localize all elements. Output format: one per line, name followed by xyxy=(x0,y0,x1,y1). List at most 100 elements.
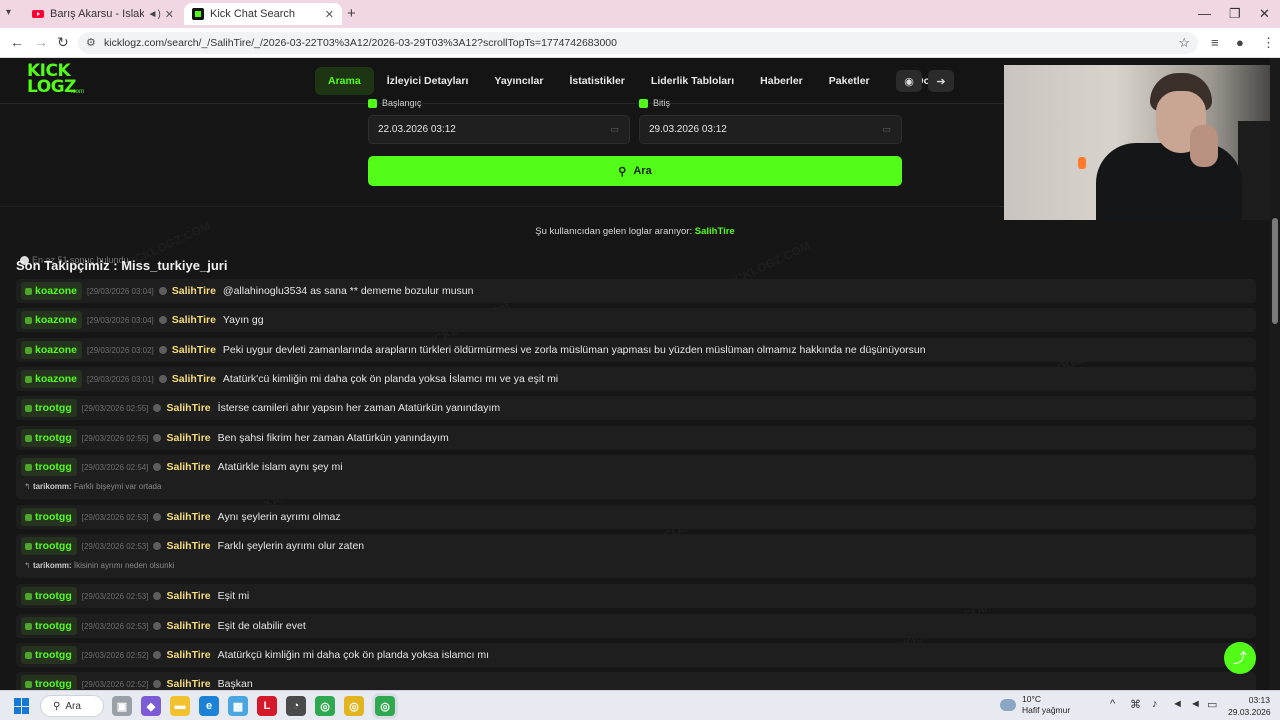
nav-liderlik-tablolari[interactable]: Liderlik Tabloları xyxy=(638,67,747,95)
network-icon[interactable]: ⌘ xyxy=(1130,698,1141,711)
forward-icon[interactable]: → xyxy=(34,34,48,50)
gauge-app-icon[interactable]: ◔ xyxy=(286,696,306,716)
tab-search-chevron-icon[interactable]: ▾ xyxy=(6,7,11,18)
speaker-icon[interactable]: ◄ xyxy=(1190,698,1201,710)
message-username[interactable]: SalihTire xyxy=(166,402,210,414)
chat-message[interactable]: trootgg [29/03/2026 02:55] SalihTire Ben şa… xyxy=(16,426,1256,450)
message-username[interactable]: SalihTire xyxy=(172,344,216,356)
nav-paketler[interactable]: Paketler xyxy=(816,67,883,95)
nav-yayincilar[interactable]: Yayıncılar xyxy=(481,67,556,95)
message-username[interactable]: SalihTire xyxy=(166,590,210,602)
volume-icon[interactable]: ◄ xyxy=(1172,698,1183,710)
nav-haberler[interactable]: Haberler xyxy=(747,67,816,95)
taskbar-clock[interactable]: 03:13 29.03.2026 xyxy=(1228,694,1271,718)
weather-widget[interactable]: 10°C Hafif yağmur xyxy=(1000,694,1070,716)
message-username[interactable]: SalihTire xyxy=(172,373,216,385)
page-scrollbar[interactable] xyxy=(1270,58,1280,690)
nav-istatistikler[interactable]: İstatistikler xyxy=(556,67,637,95)
channel-badge[interactable]: trootgg xyxy=(21,646,77,664)
channel-badge[interactable]: trootgg xyxy=(21,675,77,690)
bookmark-star-icon[interactable]: ☆ xyxy=(1178,35,1190,51)
minimize-icon[interactable]: — xyxy=(1198,6,1211,21)
channel-badge[interactable]: koazone xyxy=(21,282,83,300)
file-explorer-icon[interactable]: ▬ xyxy=(170,696,190,716)
user-badge-icon xyxy=(153,434,162,442)
chrome-active-icon[interactable]: ◎ xyxy=(375,696,395,716)
searching-user[interactable]: SalihTire xyxy=(695,226,735,237)
close-tab-icon[interactable]: ✕ xyxy=(165,8,174,21)
scrollbar-thumb[interactable] xyxy=(1272,218,1278,324)
discord-icon[interactable]: ◉ xyxy=(896,70,922,92)
channel-badge[interactable]: trootgg xyxy=(21,587,77,605)
url-bar[interactable]: ⚙ kicklogz.com/search/_/SalihTire/_/2026… xyxy=(78,32,1198,54)
message-username[interactable]: SalihTire xyxy=(172,314,216,326)
reload-icon[interactable]: ↻ xyxy=(57,34,69,51)
chat-message[interactable]: koazone [29/03/2026 03:02] SalihTire Peki u… xyxy=(16,338,1256,362)
message-username[interactable]: SalihTire xyxy=(166,432,210,444)
store-icon[interactable]: ▦ xyxy=(228,696,248,716)
reading-list-icon[interactable]: ≡ xyxy=(1211,35,1219,50)
start-date-input[interactable]: 22.03.2026 03:12 ▭ xyxy=(368,115,630,144)
channel-badge[interactable]: trootgg xyxy=(21,617,77,635)
channel-badge[interactable]: trootgg xyxy=(21,508,77,526)
message-username[interactable]: SalihTire xyxy=(166,649,210,661)
restore-icon[interactable]: ❐ xyxy=(1229,6,1241,22)
chat-message[interactable]: trootgg [29/03/2026 02:52] SalihTire Başkan xyxy=(16,672,1256,690)
message-username[interactable]: SalihTire xyxy=(166,678,210,690)
chat-message[interactable]: trootgg [29/03/2026 02:52] SalihTire Atatür… xyxy=(16,643,1256,667)
message-username[interactable]: SalihTire xyxy=(166,540,210,552)
kicklogz-logo[interactable]: KICK LOGZ .com xyxy=(27,63,89,99)
chat-message[interactable]: trootgg [29/03/2026 02:53] SalihTire Eşit d… xyxy=(16,614,1256,638)
chat-message[interactable]: koazone [29/03/2026 03:04] SalihTire @allah… xyxy=(16,279,1256,303)
copilot-icon[interactable]: ◆ xyxy=(141,696,161,716)
channel-badge[interactable]: trootgg xyxy=(21,537,77,555)
channel-badge[interactable]: trootgg xyxy=(21,399,77,417)
calendar-picker-icon[interactable]: ▭ xyxy=(610,124,619,135)
chat-message[interactable]: trootgg [29/03/2026 02:53] SalihTire Eşit m… xyxy=(16,584,1256,608)
message-username[interactable]: SalihTire xyxy=(166,461,210,473)
close-tab-icon[interactable]: ✕ xyxy=(325,8,334,21)
tab-youtube[interactable]: Barış Akarsu - Islak Islak - Y ◄) ✕ xyxy=(24,3,182,25)
chat-message[interactable]: trootgg [29/03/2026 02:53] SalihTire Aynı ş… xyxy=(16,505,1256,529)
new-tab-icon[interactable]: + xyxy=(347,5,356,22)
login-icon[interactable]: ➔ xyxy=(928,70,954,92)
channel-badge[interactable]: koazone xyxy=(21,311,83,329)
close-window-icon[interactable]: ✕ xyxy=(1259,6,1270,22)
message-username[interactable]: SalihTire xyxy=(166,511,210,523)
windows-icon[interactable] xyxy=(14,698,30,714)
nav-izleyici-detaylari[interactable]: İzleyici Detayları xyxy=(374,67,482,95)
audio-playing-icon[interactable]: ◄) xyxy=(148,9,161,20)
site-info-icon[interactable]: ⚙ xyxy=(86,36,96,49)
task-view-icon[interactable]: ▣ xyxy=(112,696,132,716)
letter-l-app-icon[interactable]: L xyxy=(257,696,277,716)
channel-badge[interactable]: trootgg xyxy=(21,458,77,476)
channel-badge[interactable]: trootgg xyxy=(21,429,77,447)
channel-badge[interactable]: koazone xyxy=(21,370,83,388)
battery-icon[interactable]: ▭ xyxy=(1207,698,1217,711)
reply-arrow-icon: ↰ xyxy=(24,482,33,491)
browser-menu-icon[interactable]: ⋮ xyxy=(1262,35,1275,51)
chrome-icon[interactable]: ◎ xyxy=(315,696,335,716)
edge-icon[interactable]: e xyxy=(199,696,219,716)
kick-emblem-icon xyxy=(25,592,32,600)
calendar-picker-icon[interactable]: ▭ xyxy=(882,124,891,135)
back-icon[interactable]: ← xyxy=(10,34,24,50)
channel-badge[interactable]: koazone xyxy=(21,341,83,359)
chat-message[interactable]: koazone [29/03/2026 03:01] SalihTire Atatür… xyxy=(16,367,1256,391)
taskbar-search[interactable]: ⚲ Ara xyxy=(40,695,104,717)
tray-overflow-icon[interactable]: ^ xyxy=(1110,698,1115,710)
chat-message[interactable]: trootgg [29/03/2026 02:55] SalihTire İsters… xyxy=(16,396,1256,420)
chat-message[interactable]: koazone [29/03/2026 03:04] SalihTire Yayın … xyxy=(16,308,1256,332)
chrome-icon[interactable]: ◎ xyxy=(344,696,364,716)
chat-message[interactable]: trootgg [29/03/2026 02:53] SalihTire Farklı… xyxy=(16,534,1256,578)
search-button[interactable]: ⚲ Ara xyxy=(368,156,902,186)
nav-arama[interactable]: Arama xyxy=(315,67,374,95)
message-username[interactable]: SalihTire xyxy=(172,285,216,297)
end-date-input[interactable]: 29.03.2026 03:12 ▭ xyxy=(639,115,902,144)
share-icon[interactable]: ⤴ xyxy=(1224,642,1256,674)
tab-kick-chat-search[interactable]: Kick Chat Search ✕ xyxy=(184,3,342,25)
message-username[interactable]: SalihTire xyxy=(166,620,210,632)
microphone-icon[interactable]: ♪ xyxy=(1152,698,1158,710)
chat-message[interactable]: trootgg [29/03/2026 02:54] SalihTire Atatür… xyxy=(16,455,1256,499)
profile-avatar-icon[interactable]: ● xyxy=(1236,35,1244,50)
